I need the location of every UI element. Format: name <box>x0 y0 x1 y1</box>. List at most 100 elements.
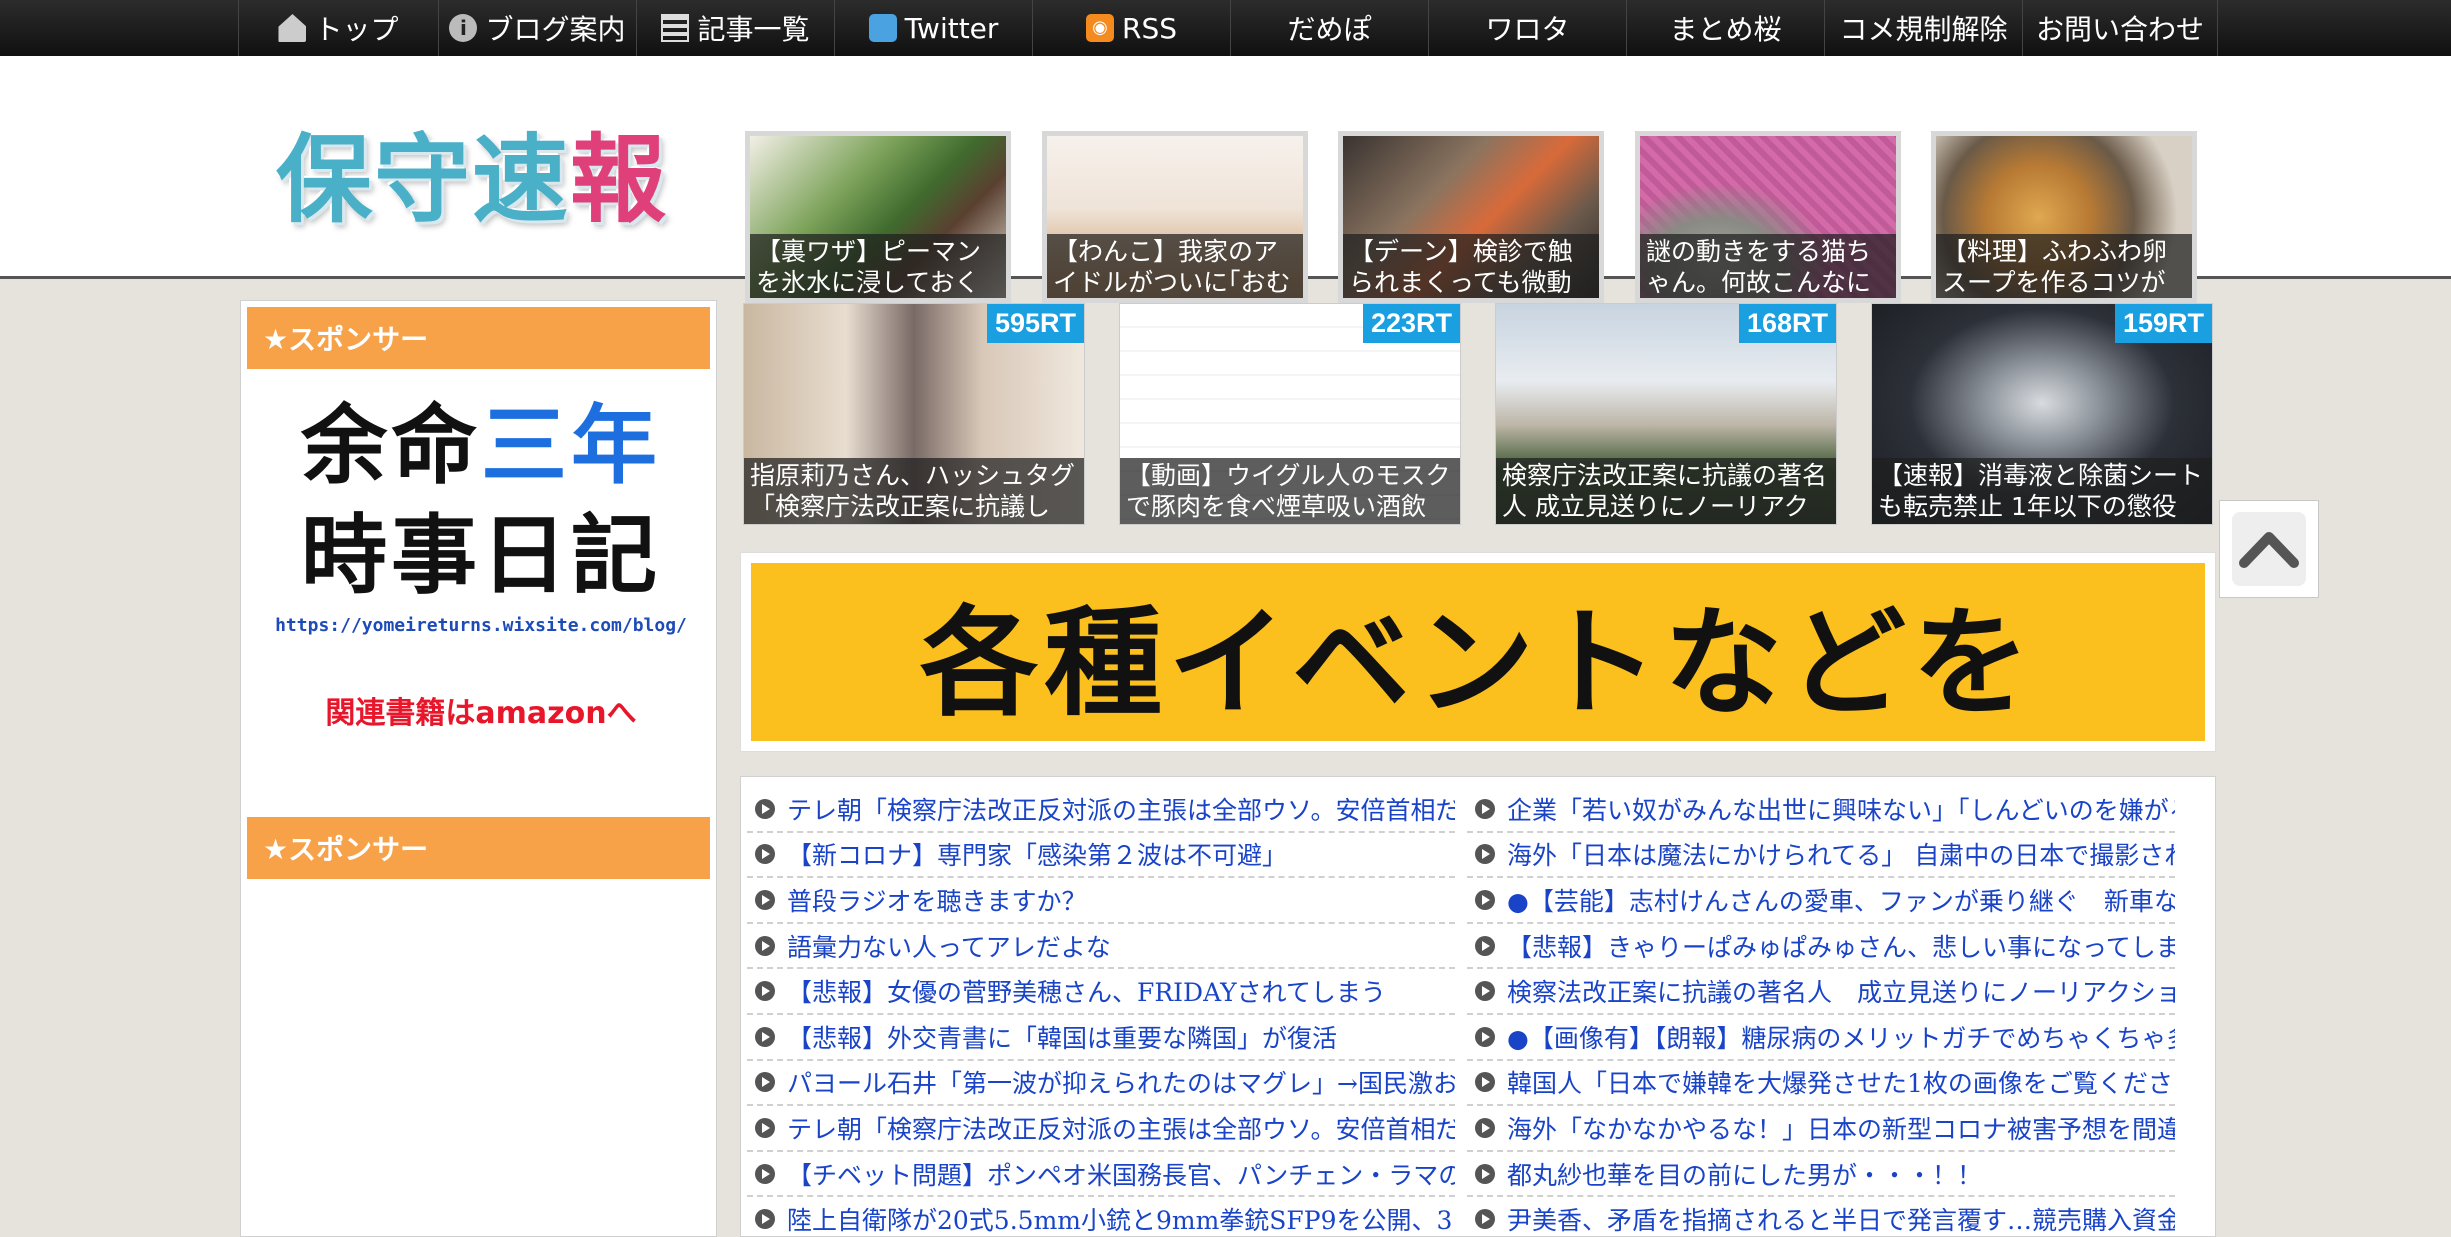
sidebar: ★スポンサー 余命三年 時事日記 https://yomeireturns.wi… <box>240 300 717 1237</box>
scroll-to-top-button[interactable] <box>2219 500 2319 598</box>
headline-item[interactable]: 韓国人「日本で嫌韓を大爆発させた1枚の画像をご覧ください」 <box>1467 1061 2175 1107</box>
ad-title-part: 余命 <box>301 396 481 496</box>
nav-twitter[interactable]: Twitter <box>834 0 1032 56</box>
featured-article-1[interactable]: 【裏ワザ】ピーマンを氷水に浸しておく｢冷 <box>745 131 1011 303</box>
featured-article-2[interactable]: 【わんこ】我家のアイドルがついに｢おむす <box>1042 131 1308 303</box>
rt-count-badge: 595RT <box>986 304 1084 343</box>
nav-label: トップ <box>314 13 399 46</box>
headline-link-text[interactable]: テレ朝「検察庁法改正反対派の主張は全部ウソ。安倍首相だか <box>787 1110 1455 1146</box>
headline-link-text[interactable]: 【悲報】外交青書に「韓国は重要な隣国」が復活 <box>787 1019 1337 1055</box>
logo-text-accent: 報 <box>570 123 668 236</box>
rt-count-badge: 159RT <box>2114 304 2212 343</box>
headline-item[interactable]: ●【画像有】【朗報】糖尿病のメリットガチでめちゃくちゃ多い <box>1467 1015 2175 1061</box>
ad-amazon-link[interactable]: 関連書籍はamazonへ <box>261 688 701 732</box>
list-icon <box>661 14 690 42</box>
headline-item[interactable]: 海外「なかなかやるな！」日本の新型コロナ被害予想を間違え <box>1467 1106 2175 1152</box>
event-banner[interactable]: 各種イベントなどを <box>740 552 2216 752</box>
play-bullet-icon <box>1475 1117 1495 1138</box>
headline-link-text[interactable]: 【チベット問題】ポンペオ米国務長官、パンチェン・ラマの居 <box>787 1156 1455 1192</box>
headline-link-text[interactable]: テレ朝「検察庁法改正反対派の主張は全部ウソ。安倍首相だか <box>787 791 1455 827</box>
headline-item[interactable]: テレ朝「検察庁法改正反対派の主張は全部ウソ。安倍首相だか <box>747 787 1455 833</box>
nav-warota[interactable]: ワロタ <box>1428 0 1626 56</box>
featured-article-3[interactable]: 【デーン】検診で触られまくっても微動だ <box>1338 131 1604 303</box>
headline-link-text[interactable]: 普段ラジオを聴きますか？ <box>787 882 1087 918</box>
ad-title-line1: 余命三年 <box>261 391 701 501</box>
rt-card-3[interactable]: 168RT 検察庁法改正案に抗議の著名人 成立見送りにノーリアク <box>1495 303 1837 525</box>
headline-link-text[interactable]: 【悲報】女優の菅野美穂さん、FRIDAYされてしまう <box>787 973 1386 1009</box>
play-bullet-icon <box>755 1163 775 1184</box>
headline-column-right: 企業「若い奴がみんな出世に興味ない」「しんどいのを嫌がる 海外「日本は魔法にかけら… <box>1467 787 2175 1236</box>
headline-item[interactable]: 【悲報】きゃりーぱみゅぱみゅさん、悲しい事になってしまう <box>1467 924 2175 970</box>
nav-label: RSS <box>1121 11 1177 45</box>
nav-blog-guide[interactable]: i ブログ案内 <box>438 0 636 56</box>
headline-link-text[interactable]: 【新コロナ】専門家「感染第２波は不可避」 <box>787 836 1287 872</box>
rt-card-2[interactable]: 223RT 【動画】ウイグル人のモスクで豚肉を食べ煙草吸い酒飲 <box>1119 303 1461 525</box>
nav-label: コメ規制解除 <box>1839 13 2008 46</box>
headline-link-text[interactable]: 都丸紗也華を目の前にした男が・・・！！ <box>1507 1156 1982 1192</box>
headline-link-text[interactable]: 企業「若い奴がみんな出世に興味ない」「しんどいのを嫌がる <box>1507 791 2175 827</box>
headline-link-text[interactable]: 語彙力ない人ってアレだよな <box>787 928 1111 964</box>
nav-top[interactable]: トップ <box>238 0 438 56</box>
article-caption: 【デーン】検診で触られまくっても微動だ <box>1343 234 1599 298</box>
info-icon: i <box>449 14 478 42</box>
rt-card-4[interactable]: 159RT 【速報】消毒液と除菌シートも転売禁止 1年以下の懲役 <box>1871 303 2213 525</box>
nav-damepo[interactable]: だめぽ <box>1230 0 1428 56</box>
headline-item[interactable]: ●【芸能】志村けんさんの愛車、ファンが乗り継ぐ 新車なら最 <box>1467 878 2175 924</box>
play-bullet-icon <box>755 935 775 956</box>
headline-item[interactable]: 尹美香、矛盾を指摘されると半日で発言覆す…競売購入資金は <box>1467 1197 2175 1236</box>
headline-item[interactable]: 検察法改正案に抗議の著名人 成立見送りにノーリアクション <box>1467 969 2175 1015</box>
ad-title-part-blue: 三年 <box>481 396 661 496</box>
headline-link-text[interactable]: 【悲報】きゃりーぱみゅぱみゅさん、悲しい事になってしまう <box>1507 928 2175 964</box>
headline-link-text[interactable]: ●【画像有】【朗報】糖尿病のメリットガチでめちゃくちゃ多い <box>1507 1019 2175 1055</box>
logo-text: 保守速 <box>276 123 570 236</box>
nav-label: お問い合わせ <box>2035 13 2204 46</box>
headline-item[interactable]: 語彙力ない人ってアレだよな <box>747 924 1455 970</box>
nav-label: まとめ桜 <box>1669 13 1782 46</box>
headline-item[interactable]: 都丸紗也華を目の前にした男が・・・！！ <box>1467 1152 2175 1198</box>
nav-contact[interactable]: お問い合わせ <box>2022 0 2218 56</box>
nav-label: ブログ案内 <box>485 13 626 46</box>
headline-item[interactable]: 【悲報】女優の菅野美穂さん、FRIDAYされてしまう <box>747 969 1455 1015</box>
site-logo[interactable]: 保守速報 <box>272 106 672 236</box>
play-bullet-icon <box>755 844 775 865</box>
headline-column-left: テレ朝「検察庁法改正反対派の主張は全部ウソ。安倍首相だか 【新コロナ】専門家「感染… <box>747 787 1455 1236</box>
headline-item[interactable]: 普段ラジオを聴きますか？ <box>747 878 1455 924</box>
featured-article-5[interactable]: 【料理】ふわふわ卵スープを作るコツがこ <box>1931 131 2197 303</box>
headline-link-text[interactable]: 尹美香、矛盾を指摘されると半日で発言覆す…競売購入資金は <box>1507 1201 2175 1236</box>
ad-title-line2: 時事日記 <box>301 506 661 606</box>
headline-item[interactable]: パヨール石井「第一波が抑えられたのはマグレ」→国民激おこ <box>747 1061 1455 1107</box>
sponsor-ad[interactable]: 余命三年 時事日記 https://yomeireturns.wixsite.c… <box>261 391 701 771</box>
headline-item[interactable]: 陸上自衛隊が20式5.5mm小銃と9mm拳銃SFP9を公開、31年ぶり <box>747 1197 1455 1236</box>
headline-link-text[interactable]: 陸上自衛隊が20式5.5mm小銃と9mm拳銃SFP9を公開、31年ぶり <box>787 1201 1455 1236</box>
headline-link-text[interactable]: 海外「なかなかやるな！」日本の新型コロナ被害予想を間違え <box>1507 1110 2175 1146</box>
headline-link-text[interactable]: 検察法改正案に抗議の著名人 成立見送りにノーリアクション <box>1507 973 2175 1009</box>
headline-item[interactable]: テレ朝「検察庁法改正反対派の主張は全部ウソ。安倍首相だか <box>747 1106 1455 1152</box>
headline-item[interactable]: 企業「若い奴がみんな出世に興味ない」「しんどいのを嫌がる <box>1467 787 2175 833</box>
headline-item[interactable]: 【悲報】外交青書に「韓国は重要な隣国」が復活 <box>747 1015 1455 1061</box>
headline-link-text[interactable]: 海外「日本は魔法にかけられてる」 自粛中の日本で撮影された <box>1507 836 2175 872</box>
nav-matome-sakura[interactable]: まとめ桜 <box>1626 0 1824 56</box>
sponsor-heading-2: ★スポンサー <box>247 817 710 879</box>
headline-link-text[interactable]: ●【芸能】志村けんさんの愛車、ファンが乗り継ぐ 新車なら最 <box>1507 882 2175 918</box>
headline-link-text[interactable]: パヨール石井「第一波が抑えられたのはマグレ」→国民激おこ <box>787 1064 1455 1100</box>
nav-rss[interactable]: ◉ RSS <box>1032 0 1230 56</box>
banner-text: 各種イベントなどを <box>751 563 2205 741</box>
article-caption: 【動画】ウイグル人のモスクで豚肉を食べ煙草吸い酒飲 <box>1120 458 1460 524</box>
play-bullet-icon <box>755 1117 775 1138</box>
rt-count-badge: 168RT <box>1738 304 1836 343</box>
headline-link-text[interactable]: 韓国人「日本で嫌韓を大爆発させた1枚の画像をご覧ください」 <box>1507 1064 2175 1100</box>
headline-item[interactable]: 海外「日本は魔法にかけられてる」 自粛中の日本で撮影された <box>1467 833 2175 879</box>
play-bullet-icon <box>1475 1163 1495 1184</box>
rt-card-1[interactable]: 595RT 指原莉乃さん、ハッシュタグ「検察庁法改正案に抗議し <box>743 303 1085 525</box>
site-header: 保守速報 【裏ワザ】ピーマンを氷水に浸しておく｢冷 【わんこ】我家のアイドルがつ… <box>0 56 2451 303</box>
play-bullet-icon <box>1475 935 1495 956</box>
sponsor-heading: ★スポンサー <box>247 307 710 369</box>
rt-count-badge: 223RT <box>1362 304 1460 343</box>
nav-comment-unban[interactable]: コメ規制解除 <box>1824 0 2022 56</box>
play-bullet-icon <box>755 1072 775 1093</box>
play-bullet-icon <box>1475 889 1495 910</box>
nav-article-list[interactable]: 記事一覧 <box>636 0 834 56</box>
featured-article-4[interactable]: 謎の動きをする猫ちゃん。何故こんなに癒 <box>1635 131 1901 303</box>
headline-item[interactable]: 【新コロナ】専門家「感染第２波は不可避」 <box>747 833 1455 879</box>
headline-item[interactable]: 【チベット問題】ポンペオ米国務長官、パンチェン・ラマの居 <box>747 1152 1455 1198</box>
